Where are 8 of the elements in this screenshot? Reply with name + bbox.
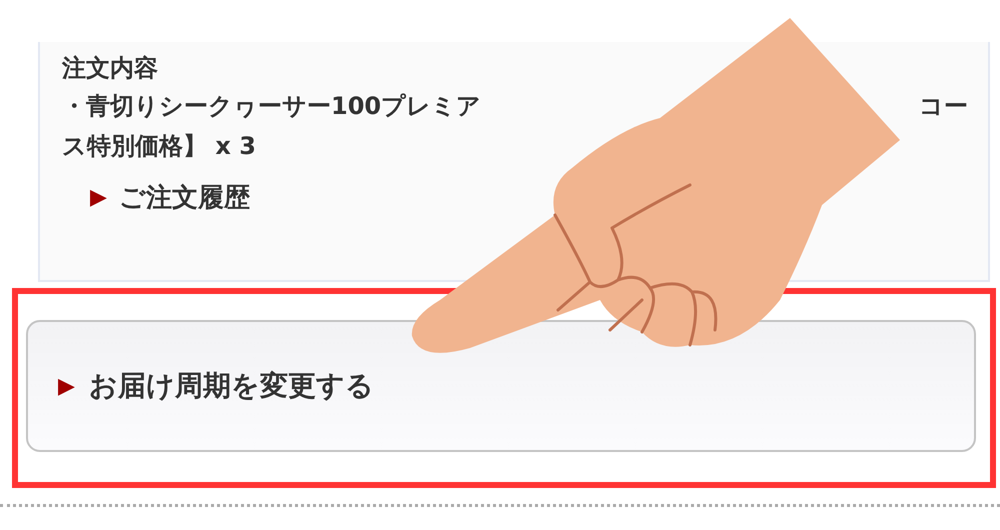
triangle-icon: ▶	[90, 185, 107, 210]
order-history-link[interactable]: ▶ ご注文履歴	[90, 180, 250, 215]
order-item-text: コー	[919, 91, 968, 122]
change-cycle-button[interactable]: ▶ お届け周期を変更する	[26, 320, 976, 452]
triangle-icon: ▶	[58, 374, 75, 398]
order-item-text: ス特別価格】 x 3	[62, 131, 256, 162]
order-item-text: ・青切りシークヮーサー100プレミア	[62, 91, 482, 122]
order-heading: 注文内容	[62, 53, 159, 84]
